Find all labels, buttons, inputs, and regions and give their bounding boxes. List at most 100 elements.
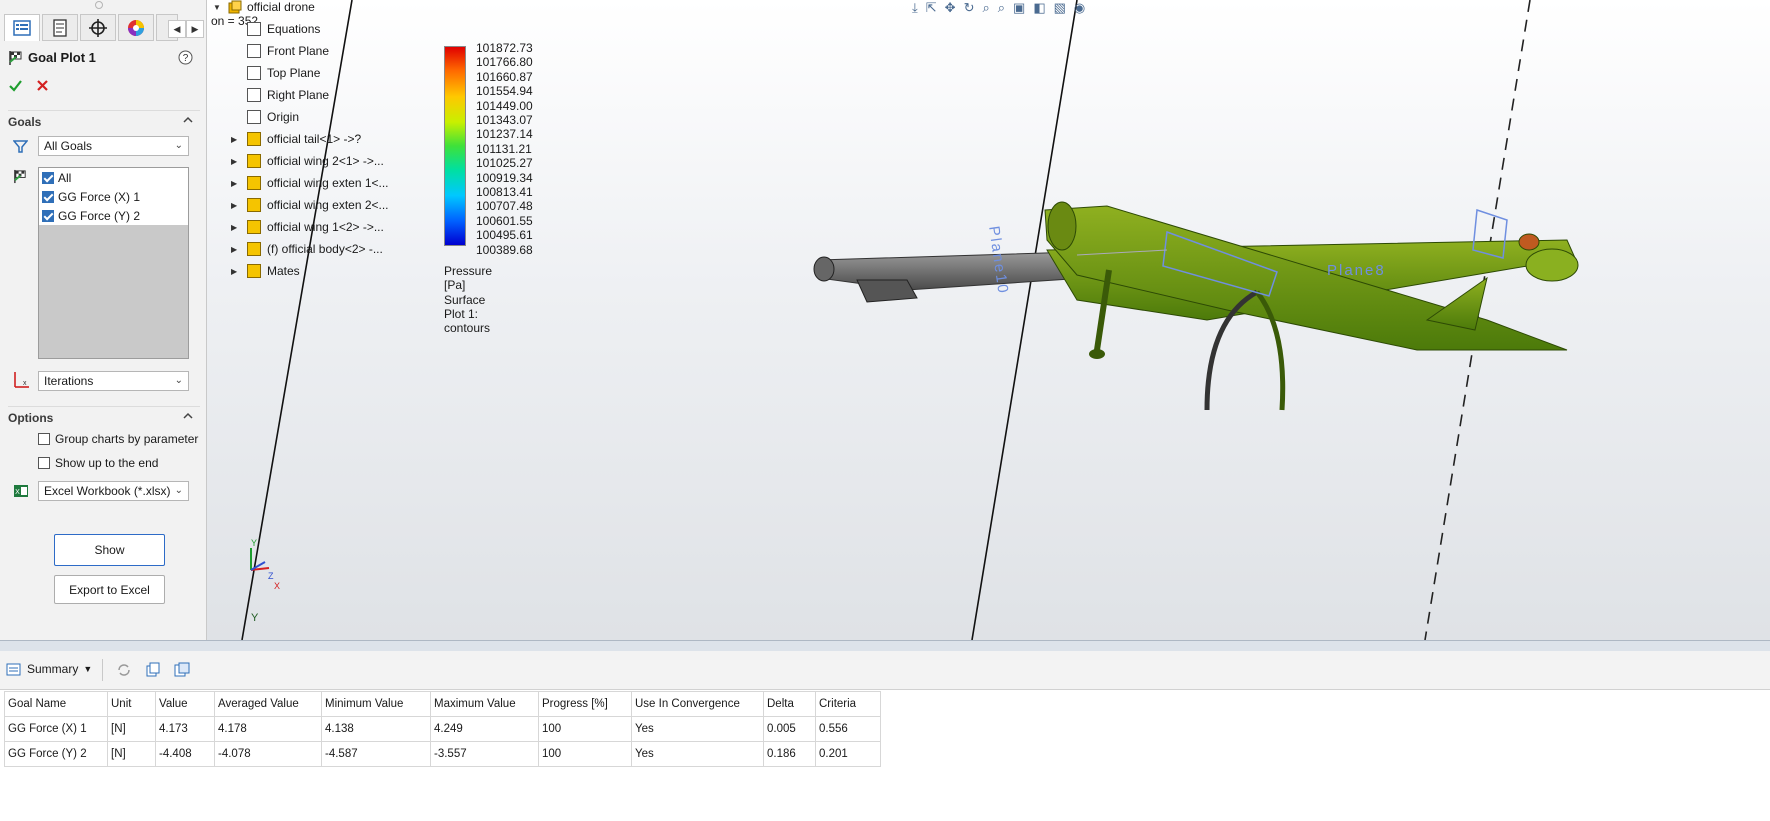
legend-value: 101025.27 <box>476 156 533 171</box>
property-manager-panel: ◀ ▶ Goal Plot 1 ? Goals All Goals ⌄ All … <box>0 0 207 640</box>
table-cell: Yes <box>631 716 764 742</box>
checkbox-unchecked-icon[interactable] <box>38 433 50 445</box>
expand-arrow-icon[interactable]: ▶ <box>231 267 241 276</box>
column-header[interactable]: Averaged Value <box>214 691 322 717</box>
legend-value: 100813.41 <box>476 185 533 199</box>
checked-box-icon[interactable] <box>42 209 54 222</box>
results-panel: Summary ▼ Goal Name Unit Value Averaged Val… <box>0 651 1770 821</box>
tree-item[interactable]: ▶ official tail<1> ->? <box>231 130 361 148</box>
expand-arrow-icon[interactable]: ▶ <box>231 201 241 210</box>
ok-check-icon[interactable] <box>8 78 23 93</box>
tree-item[interactable]: ▶ official wing 1<2> ->... <box>231 218 384 236</box>
column-header[interactable]: Delta <box>763 691 816 717</box>
goal-item-all[interactable]: All <box>39 168 188 187</box>
tree-item[interactable]: Top Plane <box>231 64 320 82</box>
goals-filter-value: All Goals <box>44 139 93 153</box>
tree-item[interactable]: Origin <box>231 108 299 126</box>
column-header[interactable]: Unit <box>107 691 156 717</box>
tree-item[interactable]: ▶ official wing exten 2<... <box>231 196 389 214</box>
expand-arrow-icon[interactable]: ▶ <box>231 223 241 232</box>
cancel-x-icon[interactable] <box>36 79 49 92</box>
expand-arrow-icon[interactable]: ▼ <box>213 3 223 12</box>
zoom-area-icon[interactable]: ⌕ <box>998 0 1005 15</box>
export-format-dropdown[interactable]: Excel Workbook (*.xlsx) ⌄ <box>38 481 189 501</box>
tree-item-label: official wing 2<1> ->... <box>267 154 384 168</box>
expand-arrow-icon[interactable]: ▶ <box>231 245 241 254</box>
group-charts-option[interactable]: Group charts by parameter <box>38 432 198 446</box>
chevron-down-icon: ▼ <box>83 664 93 674</box>
help-icon[interactable]: ? <box>178 50 193 65</box>
table-cell: [N] <box>107 741 156 767</box>
manager-tabs: ◀ ▶ <box>0 14 206 42</box>
copy-icon[interactable] <box>145 662 161 678</box>
tree-item-label: Origin <box>267 110 300 124</box>
drone-model[interactable] <box>607 180 1607 440</box>
expand-arrow-icon[interactable]: ▶ <box>231 157 241 166</box>
tree-item-label: Mates <box>267 264 300 278</box>
column-header[interactable]: Maximum Value <box>430 691 539 717</box>
feature-icon <box>247 88 261 102</box>
view-orientation-icon[interactable]: ◧ <box>1033 0 1045 15</box>
goal-item-force-y[interactable]: GG Force (Y) 2 <box>39 206 188 225</box>
feature-tree-tab[interactable] <box>4 14 40 41</box>
expand-arrow-icon[interactable]: ▶ <box>231 179 241 188</box>
collapse-chevron-icon[interactable] <box>182 410 194 422</box>
part-icon <box>247 198 261 212</box>
display-style-icon[interactable]: ▧ <box>1054 0 1066 15</box>
pan-icon[interactable]: ✥ <box>945 0 956 15</box>
show-button[interactable]: Show <box>54 534 165 566</box>
hide-show-icon[interactable]: ◉ <box>1074 0 1085 15</box>
tab-scroll-right-icon[interactable]: ▶ <box>186 20 204 38</box>
summary-dropdown[interactable]: Summary ▼ <box>6 659 92 679</box>
column-header[interactable]: Minimum Value <box>321 691 431 717</box>
tree-item[interactable]: Front Plane <box>231 42 329 60</box>
table-cell: 0.201 <box>815 741 881 767</box>
column-header[interactable]: Value <box>155 691 215 717</box>
show-to-end-option[interactable]: Show up to the end <box>38 456 158 470</box>
table-cell: 0.186 <box>763 741 816 767</box>
graphics-viewport[interactable]: ⤓ ⇱ ✥ ↻ ⌕ ⌕ ▣ ◧ ▧ ◉ ▼ official drone on … <box>207 0 1770 640</box>
zoom-icon[interactable]: ⌕ <box>982 0 989 15</box>
x-axis-dropdown[interactable]: Iterations ⌄ <box>38 371 189 391</box>
export-to-excel-button[interactable]: Export to Excel <box>54 575 165 604</box>
refresh-icon[interactable] <box>116 662 132 678</box>
goals-filter-dropdown[interactable]: All Goals ⌄ <box>38 136 189 156</box>
column-header[interactable]: Progress [%] <box>538 691 632 717</box>
appearance-tab[interactable] <box>118 14 154 41</box>
column-header[interactable]: Goal Name <box>4 691 108 717</box>
checkbox-unchecked-icon[interactable] <box>38 457 50 469</box>
legend-value: 100919.34 <box>476 170 533 185</box>
tree-item[interactable]: ▶ official wing 2<1> ->... <box>231 152 384 170</box>
tab-scroll-left-icon[interactable]: ◀ <box>168 20 186 38</box>
panel-grip-icon[interactable] <box>95 1 103 9</box>
tree-item[interactable]: ▶ official wing exten 1<... <box>231 174 389 192</box>
zoom-to-fit-icon[interactable]: ⤓ <box>912 0 918 15</box>
goal-item-force-x[interactable]: GG Force (X) 1 <box>39 187 188 206</box>
property-manager-tab[interactable] <box>42 14 78 41</box>
options-section-header[interactable]: Options <box>8 406 200 428</box>
table-cell: -3.557 <box>430 741 539 767</box>
export-table-icon[interactable] <box>174 662 190 678</box>
rotate-icon[interactable]: ↻ <box>964 0 975 15</box>
goal-item-label: GG Force (Y) 2 <box>58 208 141 223</box>
goals-section-header[interactable]: Goals <box>8 110 200 132</box>
tree-item[interactable]: Equations <box>231 20 320 38</box>
column-header[interactable]: Criteria <box>815 691 881 717</box>
tree-item[interactable]: Right Plane <box>231 86 329 104</box>
section-view-icon[interactable]: ▣ <box>1013 0 1025 15</box>
expand-arrow-icon[interactable]: ▶ <box>231 135 241 144</box>
table-row[interactable]: GG Force (Y) 2 [N] -4.408 -4.078 -4.587 -3.55… <box>4 741 881 767</box>
table-row[interactable]: GG Force (X) 1 [N] 4.173 4.178 4.138 4.249 100… <box>4 716 881 742</box>
checked-box-icon[interactable] <box>42 190 54 203</box>
table-cell: GG Force (Y) 2 <box>4 741 108 767</box>
goal-item-label: GG Force (X) 1 <box>58 189 141 204</box>
tree-item[interactable]: ▶ Mates <box>231 262 300 280</box>
column-header[interactable]: Use In Convergence <box>631 691 764 717</box>
collapse-chevron-icon[interactable] <box>182 114 194 126</box>
configuration-manager-tab[interactable] <box>80 14 116 41</box>
table-cell: -4.408 <box>155 741 215 767</box>
checked-box-icon[interactable] <box>42 171 54 184</box>
tree-item-label: Equations <box>267 22 321 36</box>
tree-item[interactable]: ▶ (f) official body<2> -... <box>231 240 383 258</box>
select-icon[interactable]: ⇱ <box>926 0 937 15</box>
